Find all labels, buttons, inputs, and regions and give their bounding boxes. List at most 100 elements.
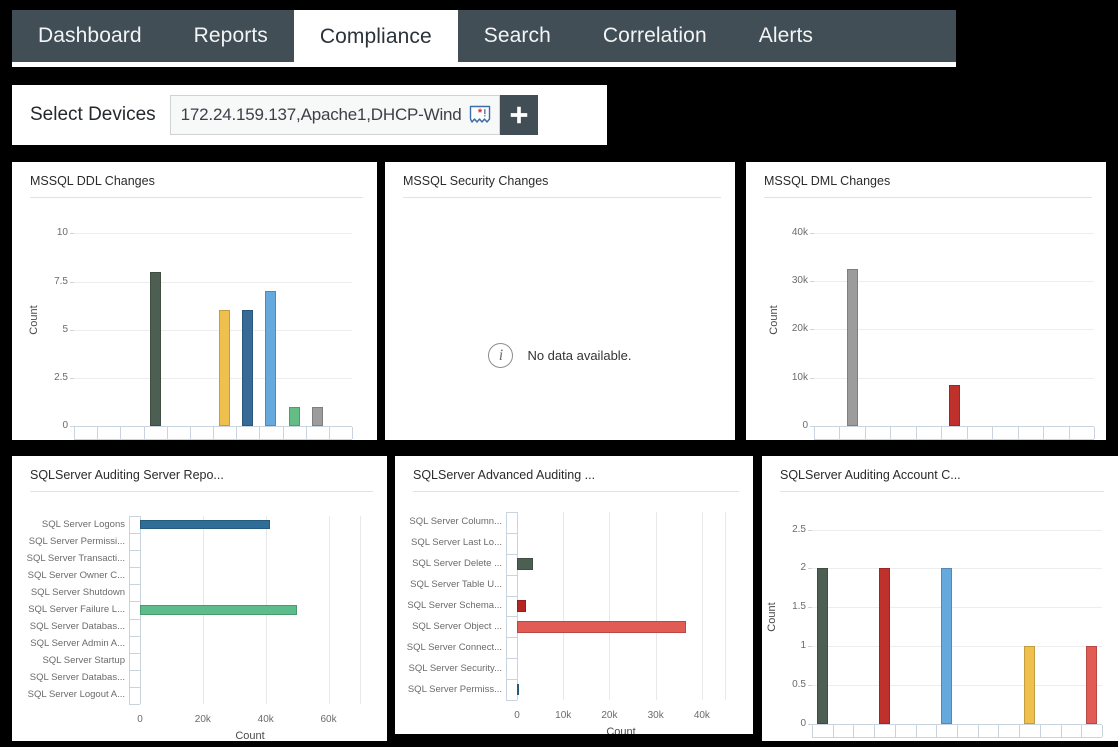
y-axis-tick-label: 0.5 <box>792 679 806 691</box>
broken-image-icon: * <box>469 105 491 125</box>
svg-text:*: * <box>477 107 482 119</box>
info-icon: i <box>488 343 514 368</box>
chart-bar[interactable] <box>288 406 300 426</box>
no-data-container: i No data available. <box>385 343 735 368</box>
y-axis-category-label: SQL Server Delete ... <box>412 558 502 570</box>
chart-bar[interactable] <box>140 519 271 530</box>
y-axis-tickmark <box>810 280 814 282</box>
panel-title: MSSQL DDL Changes <box>30 174 155 188</box>
chart-bar[interactable] <box>517 683 519 696</box>
chart-bar[interactable] <box>879 568 890 724</box>
chart-plot-area[interactable]: 0 10k 20k 30k 40k SQL Server Column... SQL Ser… <box>395 492 753 734</box>
device-input-value[interactable]: 172.24.159.137,Apache1,DHCP-Wind <box>181 105 462 125</box>
chart-plot-area[interactable]: 02.557.510SQ...SQ...SQ...SQ...SQ...SQ...… <box>12 198 377 440</box>
x-axis-tickmark <box>832 725 834 737</box>
y-axis-category-label: SQL Server Logons <box>41 518 125 530</box>
x-axis-tick-label: 20k <box>194 714 211 725</box>
y-axis-outer-line <box>129 516 130 704</box>
x-axis-tickmark <box>213 427 214 439</box>
tab-reports[interactable]: Reports <box>168 10 294 62</box>
chart-bar[interactable] <box>517 558 534 571</box>
y-axis-category-label: SQL Server Owner C... <box>27 569 125 581</box>
y-axis-tickmark <box>506 658 517 660</box>
y-axis-tickmark <box>506 616 517 618</box>
chart-gridline <box>609 512 611 700</box>
x-axis-tickmark <box>1043 427 1045 439</box>
tab-label: Alerts <box>758 24 814 47</box>
y-axis-tickmark <box>70 377 74 379</box>
x-axis-tickmark <box>236 427 238 439</box>
x-axis-tick-label: 40k <box>693 710 710 721</box>
tab-correlation[interactable]: Correlation <box>577 10 733 62</box>
y-axis-tickmark <box>70 233 74 235</box>
y-axis-tickmark <box>129 686 140 688</box>
chart-bar[interactable] <box>846 268 858 426</box>
y-axis-tickmark <box>129 516 140 517</box>
chart-bar[interactable] <box>517 600 527 612</box>
x-axis-tickmark <box>936 725 938 737</box>
y-axis-outer-line <box>506 512 507 700</box>
chart-gridline <box>328 516 330 704</box>
chart-bar[interactable] <box>816 568 828 724</box>
y-axis-title: Count <box>766 602 778 632</box>
chart-bar[interactable] <box>311 406 323 426</box>
x-axis-tick-label: 30k <box>647 710 664 721</box>
y-axis-tick-label: 40k <box>791 226 808 238</box>
tab-compliance[interactable]: Compliance <box>293 10 458 64</box>
chart-bar[interactable] <box>948 384 960 426</box>
x-axis-tick-label: 10k <box>555 710 572 721</box>
y-axis-tickmark <box>506 679 517 681</box>
y-axis-tickmark <box>129 533 140 535</box>
chart-plot-area[interactable]: 00.511.522.5S...S...S...S...S...S...S...… <box>762 492 1118 741</box>
x-axis-tickmark <box>1102 725 1103 737</box>
panel-title: SQLServer Auditing Server Repo... <box>30 468 224 482</box>
tab-label: Compliance <box>319 25 432 48</box>
panel-mssql-dml-changes: MSSQL DML Changes010k20k30k40kSQ...SQ...… <box>746 162 1106 440</box>
y-axis-tickmark <box>129 635 140 637</box>
x-axis-tickmark <box>259 427 261 439</box>
y-axis-tick-label: 0 <box>802 420 808 431</box>
x-axis-title: Count <box>235 730 265 741</box>
chart-bar[interactable] <box>1024 646 1035 724</box>
panel-mssql-ddl-changes: MSSQL DDL Changes 02.557.510SQ...SQ...SQ.… <box>12 162 377 440</box>
x-axis-tickmark <box>915 725 917 737</box>
chart-gridline <box>812 568 1102 570</box>
device-field-wrapper[interactable]: 172.24.159.137,Apache1,DHCP-Wind * <box>169 95 500 135</box>
chart-bar[interactable] <box>265 291 277 426</box>
add-device-button[interactable] <box>499 95 538 135</box>
x-axis-lower-line <box>74 439 352 440</box>
y-axis-tickmark <box>129 618 140 620</box>
panel-title: SQLServer Advanced Auditing ... <box>413 468 596 482</box>
y-axis-tickmark <box>506 553 517 555</box>
y-axis-tickmark <box>506 700 517 701</box>
chart-bar[interactable] <box>140 605 298 615</box>
y-axis-category-label: SQL Server Connect... <box>406 641 502 653</box>
x-axis-category-label: S... <box>1074 739 1110 741</box>
y-axis-tickmark <box>129 567 140 569</box>
chart-plot-area[interactable]: i No data available. <box>385 198 735 440</box>
x-axis-tickmark <box>894 725 896 737</box>
x-axis-tickmark <box>966 427 968 439</box>
chart-bar[interactable] <box>149 271 161 426</box>
panel-sqlserver-advanced-auditing: SQLServer Advanced Auditing ... 0 10k 20k 30… <box>395 456 753 734</box>
chart-bar[interactable] <box>517 621 686 633</box>
chart-bar[interactable] <box>219 310 231 426</box>
chart-bar[interactable] <box>1086 646 1098 724</box>
y-axis-tick-label: 2.5 <box>792 523 806 535</box>
chart-bar[interactable] <box>242 310 254 426</box>
chart-gridline <box>701 512 703 700</box>
x-axis-tickmark <box>839 427 841 439</box>
x-axis-tick-label: 60k <box>320 714 337 725</box>
y-axis-tickmark <box>808 607 812 609</box>
chart-plot-area[interactable]: 0 20k 40k 60k SQL Server Logons SQL Server Pe… <box>12 492 387 741</box>
chart-plot-area[interactable]: 010k20k30k40kSQ...SQ...SQ...SQ...SQ...SQ… <box>746 198 1106 440</box>
chart-bar[interactable] <box>941 568 953 724</box>
x-axis-tickmark <box>1017 427 1019 439</box>
tab-alerts[interactable]: Alerts <box>733 10 839 62</box>
tab-search[interactable]: Search <box>458 10 577 62</box>
x-axis-tickmark <box>166 427 168 439</box>
x-axis-tickmark <box>874 725 876 737</box>
tab-dashboard[interactable]: Dashboard <box>12 10 168 62</box>
main-tab-bar: Dashboard Reports Compliance Search Correlat… <box>12 10 956 64</box>
plus-icon <box>510 106 527 124</box>
